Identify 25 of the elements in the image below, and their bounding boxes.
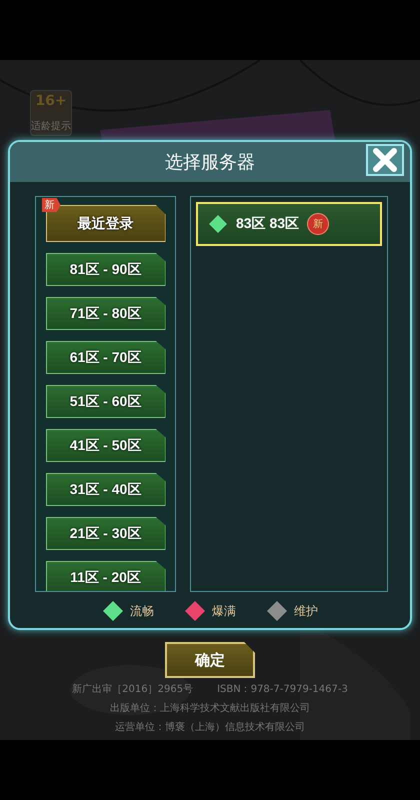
server-button[interactable]: 83区 83区 新 (196, 202, 382, 246)
legend-label: 爆满 (212, 602, 236, 620)
close-icon (372, 147, 398, 173)
dialog-title: 选择服务器 (165, 151, 255, 174)
age-rating: 16+ (35, 93, 67, 109)
server-group-button[interactable]: 51区 - 60区 (46, 385, 166, 418)
confirm-button[interactable]: 确定 (165, 642, 255, 678)
server-name: 83区 83区 (236, 215, 300, 233)
server-group-button[interactable]: 11区 - 20区 (46, 561, 166, 591)
legend-label: 维护 (294, 602, 318, 620)
publisher-info-text: 新广出审［2016］2965号 (72, 682, 194, 696)
age-rating-label: 适龄提示 (31, 120, 71, 133)
server-group-button[interactable]: 31区 - 40区 (46, 473, 166, 506)
server-group-button[interactable]: 41区 - 50区 (46, 429, 166, 462)
server-group-button[interactable]: 21区 - 30区 (46, 517, 166, 550)
server-group-button[interactable]: 61区 - 70区 (46, 341, 166, 374)
server-group-button[interactable]: 71区 - 80区 (46, 297, 166, 330)
legend-label: 流畅 (130, 602, 154, 620)
publisher-info-text: 出版单位：上海科学技术文献出版社有限公司 (110, 702, 310, 715)
server-group-button[interactable]: 81区 - 90区 (46, 253, 166, 286)
new-badge: 新 (307, 213, 330, 235)
publisher-info-text: 运营单位：博褒（上海）信息技术有限公司 (115, 720, 305, 734)
close-button[interactable] (366, 144, 404, 176)
new-badge: 新 (42, 198, 60, 212)
publisher-info-text: ISBN：978-7-7979-1467-3 (217, 683, 348, 696)
